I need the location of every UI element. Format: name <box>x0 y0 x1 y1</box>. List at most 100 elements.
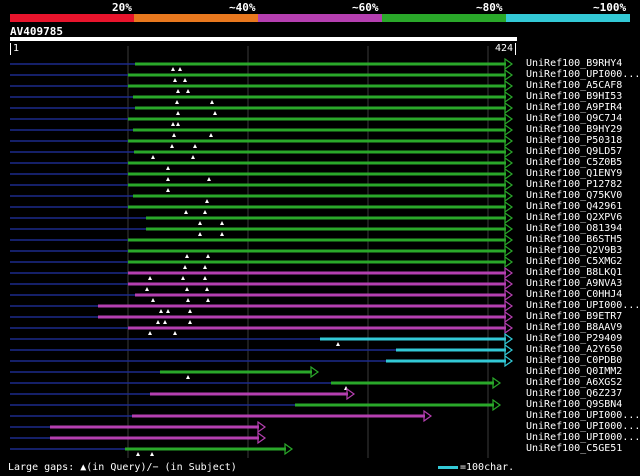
query-gap-marker <box>336 342 340 346</box>
hit-name-link[interactable]: UniRef100_Q42961 <box>526 201 622 212</box>
hit-name-link[interactable]: UniRef100_Q6Z237 <box>526 388 622 399</box>
query-gap-marker <box>213 111 217 115</box>
query-gap-marker <box>184 210 188 214</box>
query-gap-marker <box>186 375 190 379</box>
hit-name-link[interactable]: UniRef100_B8LKQ1 <box>526 267 622 278</box>
hit-row[interactable] <box>10 398 502 412</box>
hit-row[interactable] <box>10 277 514 291</box>
query-gap-marker <box>173 331 177 335</box>
hit-row[interactable] <box>10 222 514 236</box>
query-gap-marker <box>175 100 179 104</box>
hit-name-link[interactable]: UniRef100_A9NVA3 <box>526 278 622 289</box>
hit-name-link[interactable]: UniRef100_UPI000... <box>526 421 640 432</box>
hit-row[interactable] <box>10 244 514 258</box>
hit-row[interactable] <box>10 343 514 357</box>
hit-arrowhead <box>504 288 514 302</box>
hit-row[interactable] <box>10 68 514 82</box>
hit-arrowhead <box>504 145 514 159</box>
hit-name-link[interactable]: UniRef100_Q9LD57 <box>526 146 622 157</box>
hit-row[interactable] <box>10 178 514 192</box>
hit-row[interactable] <box>10 123 514 137</box>
hit-name-link[interactable]: UniRef100_C5Z0B5 <box>526 157 622 168</box>
hit-row[interactable] <box>10 332 514 346</box>
hit-row[interactable] <box>10 354 514 368</box>
hit-row[interactable] <box>10 90 514 104</box>
query-gap-marker <box>166 177 170 181</box>
hit-name-link[interactable]: UniRef100_B9HI53 <box>526 91 622 102</box>
hit-name-link[interactable]: UniRef100_B6STH5 <box>526 234 622 245</box>
hit-row[interactable] <box>10 145 514 159</box>
hit-name-link[interactable]: UniRef100_Q2XPV6 <box>526 212 622 223</box>
hit-name-link[interactable]: UniRef100_B9HY29 <box>526 124 622 135</box>
hit-name-link[interactable]: UniRef100_Q1ENY9 <box>526 168 622 179</box>
hit-name-link[interactable]: UniRef100_B8AAV9 <box>526 322 622 333</box>
hit-name-link[interactable]: UniRef100_C5XMG2 <box>526 256 622 267</box>
hit-name-link[interactable]: UniRef100_UPI000... <box>526 300 640 311</box>
hit-row[interactable] <box>10 288 514 302</box>
hit-row[interactable] <box>10 420 267 434</box>
hit-name-link[interactable]: UniRef100_Q75KV0 <box>526 190 622 201</box>
query-gap-marker <box>203 276 207 280</box>
hit-name-link[interactable]: UniRef100_P50318 <box>526 135 622 146</box>
hit-row[interactable] <box>10 321 514 335</box>
hit-row[interactable] <box>10 431 267 445</box>
query-gap-marker <box>186 89 190 93</box>
hit-row[interactable] <box>10 101 514 115</box>
hit-row[interactable] <box>10 266 514 280</box>
hit-name-link[interactable]: UniRef100_Q2V9B3 <box>526 245 622 256</box>
hit-row[interactable] <box>10 255 514 269</box>
query-gap-marker <box>170 144 174 148</box>
hit-row[interactable] <box>10 233 514 247</box>
scale-legend-text: =100char. <box>460 462 515 473</box>
query-gap-marker <box>198 232 202 236</box>
hit-name-link[interactable]: UniRef100_A6XGS2 <box>526 377 622 388</box>
query-gap-marker <box>220 221 224 225</box>
hit-name-link[interactable]: UniRef100_A9PIR4 <box>526 102 622 113</box>
hit-arrowhead <box>504 68 514 82</box>
hit-arrowhead <box>257 420 267 434</box>
hit-row[interactable] <box>10 134 514 148</box>
hit-name-link[interactable]: UniRef100_C0PDB0 <box>526 355 622 366</box>
hit-row[interactable] <box>10 310 514 324</box>
hit-arrowhead <box>504 156 514 170</box>
hit-row[interactable] <box>10 79 514 93</box>
hit-name-link[interactable]: UniRef100_B9RHY4 <box>526 58 622 69</box>
hit-name-link[interactable]: UniRef100_Q9SBN4 <box>526 399 622 410</box>
hit-name-link[interactable]: UniRef100_C0HHJ4 <box>526 289 622 300</box>
hit-arrowhead <box>504 277 514 291</box>
hit-name-link[interactable]: UniRef100_C5GE51 <box>526 443 622 454</box>
hit-name-link[interactable]: UniRef100_Q9C7J4 <box>526 113 622 124</box>
hit-row[interactable] <box>10 376 502 390</box>
hit-arrowhead <box>504 79 514 93</box>
hit-row[interactable] <box>10 57 514 71</box>
hit-name-link[interactable]: UniRef100_O81394 <box>526 223 622 234</box>
hit-row[interactable] <box>10 189 514 203</box>
query-gap-marker <box>136 452 140 456</box>
hit-name-link[interactable]: UniRef100_UPI000... <box>526 410 640 421</box>
query-gap-marker <box>206 298 210 302</box>
hit-row[interactable] <box>10 211 514 225</box>
hit-arrowhead <box>504 178 514 192</box>
hit-name-link[interactable]: UniRef100_UPI000... <box>526 69 640 80</box>
hit-name-link[interactable]: UniRef100_P12782 <box>526 179 622 190</box>
hit-name-link[interactable]: UniRef100_A2Y650 <box>526 344 622 355</box>
query-gap-marker <box>176 111 180 115</box>
hit-name-link[interactable]: UniRef100_A5CAF8 <box>526 80 622 91</box>
hit-name-link[interactable]: UniRef100_UPI000... <box>526 432 640 443</box>
hit-name-link[interactable]: UniRef100_B9ETR7 <box>526 311 622 322</box>
hit-row[interactable] <box>10 156 514 170</box>
query-gap-marker <box>163 320 167 324</box>
hit-row[interactable] <box>10 167 514 181</box>
hit-row[interactable] <box>10 112 514 126</box>
query-gap-marker <box>188 320 192 324</box>
hit-name-link[interactable]: UniRef100_Q0IMM2 <box>526 366 622 377</box>
hit-row[interactable] <box>10 200 514 214</box>
hit-row[interactable] <box>10 387 356 401</box>
hit-row[interactable] <box>10 299 514 313</box>
hit-row[interactable] <box>10 442 294 456</box>
hit-name-link[interactable]: UniRef100_P29409 <box>526 333 622 344</box>
hit-row[interactable] <box>10 365 320 379</box>
query-gap-marker <box>193 144 197 148</box>
query-gap-marker <box>207 177 211 181</box>
query-gap-marker <box>176 122 180 126</box>
